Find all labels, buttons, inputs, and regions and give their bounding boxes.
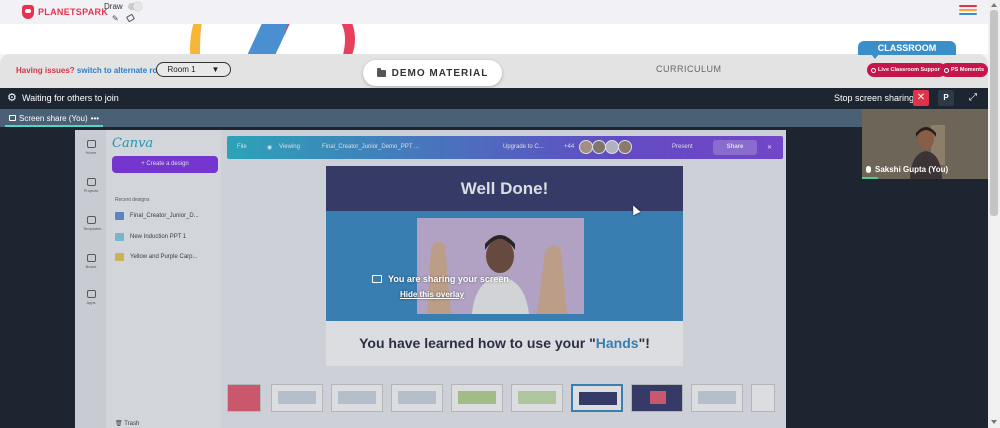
monitor-icon: [372, 275, 382, 283]
tab-screen-share-label: Screen share (You): [19, 113, 88, 123]
classroom-tab-pointer: [871, 54, 879, 59]
hide-overlay-link[interactable]: Hide this overlay: [400, 290, 464, 299]
ps-moments-button[interactable]: PS Moments: [940, 63, 989, 77]
folder-icon: [376, 67, 386, 77]
header-decoration: [0, 24, 988, 54]
support-icon: [871, 67, 876, 73]
tab-curriculum[interactable]: CURRICULUM: [656, 64, 722, 74]
sharing-overlay-message: You are sharing your screen: [372, 274, 509, 284]
room-controls: Having issues? switch to alternate room …: [0, 41, 989, 88]
room-select[interactable]: Room 1 ▼: [156, 62, 231, 77]
draw-label: Draw: [104, 2, 123, 11]
draw-toggle[interactable]: [128, 2, 142, 11]
tab-demo-material-label: DEMO MATERIAL: [391, 67, 489, 79]
meeting-toolbar: ⚙ Waiting for others to join Stop screen…: [0, 88, 988, 109]
scrollbar-thumb[interactable]: [990, 10, 998, 216]
logo-text: PLANETSPARK: [38, 7, 109, 17]
participant-name-label: Sakshi Gupta (You): [866, 165, 948, 174]
live-support-button[interactable]: Live Classroom Support: [867, 63, 946, 77]
caret-down-icon: ▼: [211, 65, 220, 74]
participant-button[interactable]: P: [938, 90, 954, 106]
pencil-icon[interactable]: ✎: [112, 14, 119, 23]
planetspark-logo-icon: [22, 5, 34, 19]
red-arc-decoration: [285, 24, 355, 54]
participant-video-tile[interactable]: Sakshi Gupta (You): [862, 109, 988, 179]
participant-name: Sakshi Gupta (You): [875, 165, 949, 174]
stop-sharing-button[interactable]: ✕: [913, 90, 929, 106]
audio-level-bar: [862, 177, 878, 179]
screen-share-icon: [9, 115, 16, 121]
share-tab-bar: Screen share (You) •••: [0, 109, 862, 127]
room-select-value: Room 1: [167, 65, 196, 74]
meeting-area: ⚙ Waiting for others to join Stop screen…: [0, 88, 988, 428]
microphone-icon: [866, 166, 871, 173]
stop-sharing-label: Stop screen sharing: [834, 93, 915, 103]
expand-icon[interactable]: ⤢: [965, 90, 981, 106]
eraser-icon[interactable]: [125, 13, 136, 23]
top-bar: PLANETSPARK Draw ✎: [0, 0, 988, 24]
tab-screen-share[interactable]: Screen share (You) •••: [5, 111, 104, 127]
planetspark-logo[interactable]: PLANETSPARK: [22, 5, 108, 19]
ps-moments-label: PS Moments: [951, 67, 985, 73]
issues-text: Having issues? switch to alternate room: [16, 66, 169, 75]
page-scrollbar[interactable]: [988, 0, 1000, 428]
live-support-label: Live Classroom Support: [878, 67, 942, 73]
yellow-arc-decoration: [190, 24, 230, 54]
tab-classroom[interactable]: CLASSROOM: [858, 41, 956, 55]
scroll-up-arrow-icon[interactable]: [991, 3, 997, 7]
tab-demo-material[interactable]: DEMO MATERIAL: [363, 60, 502, 86]
more-options-icon[interactable]: •••: [91, 114, 99, 123]
camera-icon: [944, 67, 949, 73]
meeting-status: Waiting for others to join: [22, 93, 119, 103]
hamburger-menu-icon[interactable]: [959, 5, 977, 16]
gear-icon[interactable]: ⚙: [7, 93, 17, 104]
sharing-overlay-text: You are sharing your screen: [388, 274, 509, 284]
issues-label: Having issues?: [16, 66, 75, 75]
scroll-down-arrow-icon[interactable]: [991, 420, 997, 424]
